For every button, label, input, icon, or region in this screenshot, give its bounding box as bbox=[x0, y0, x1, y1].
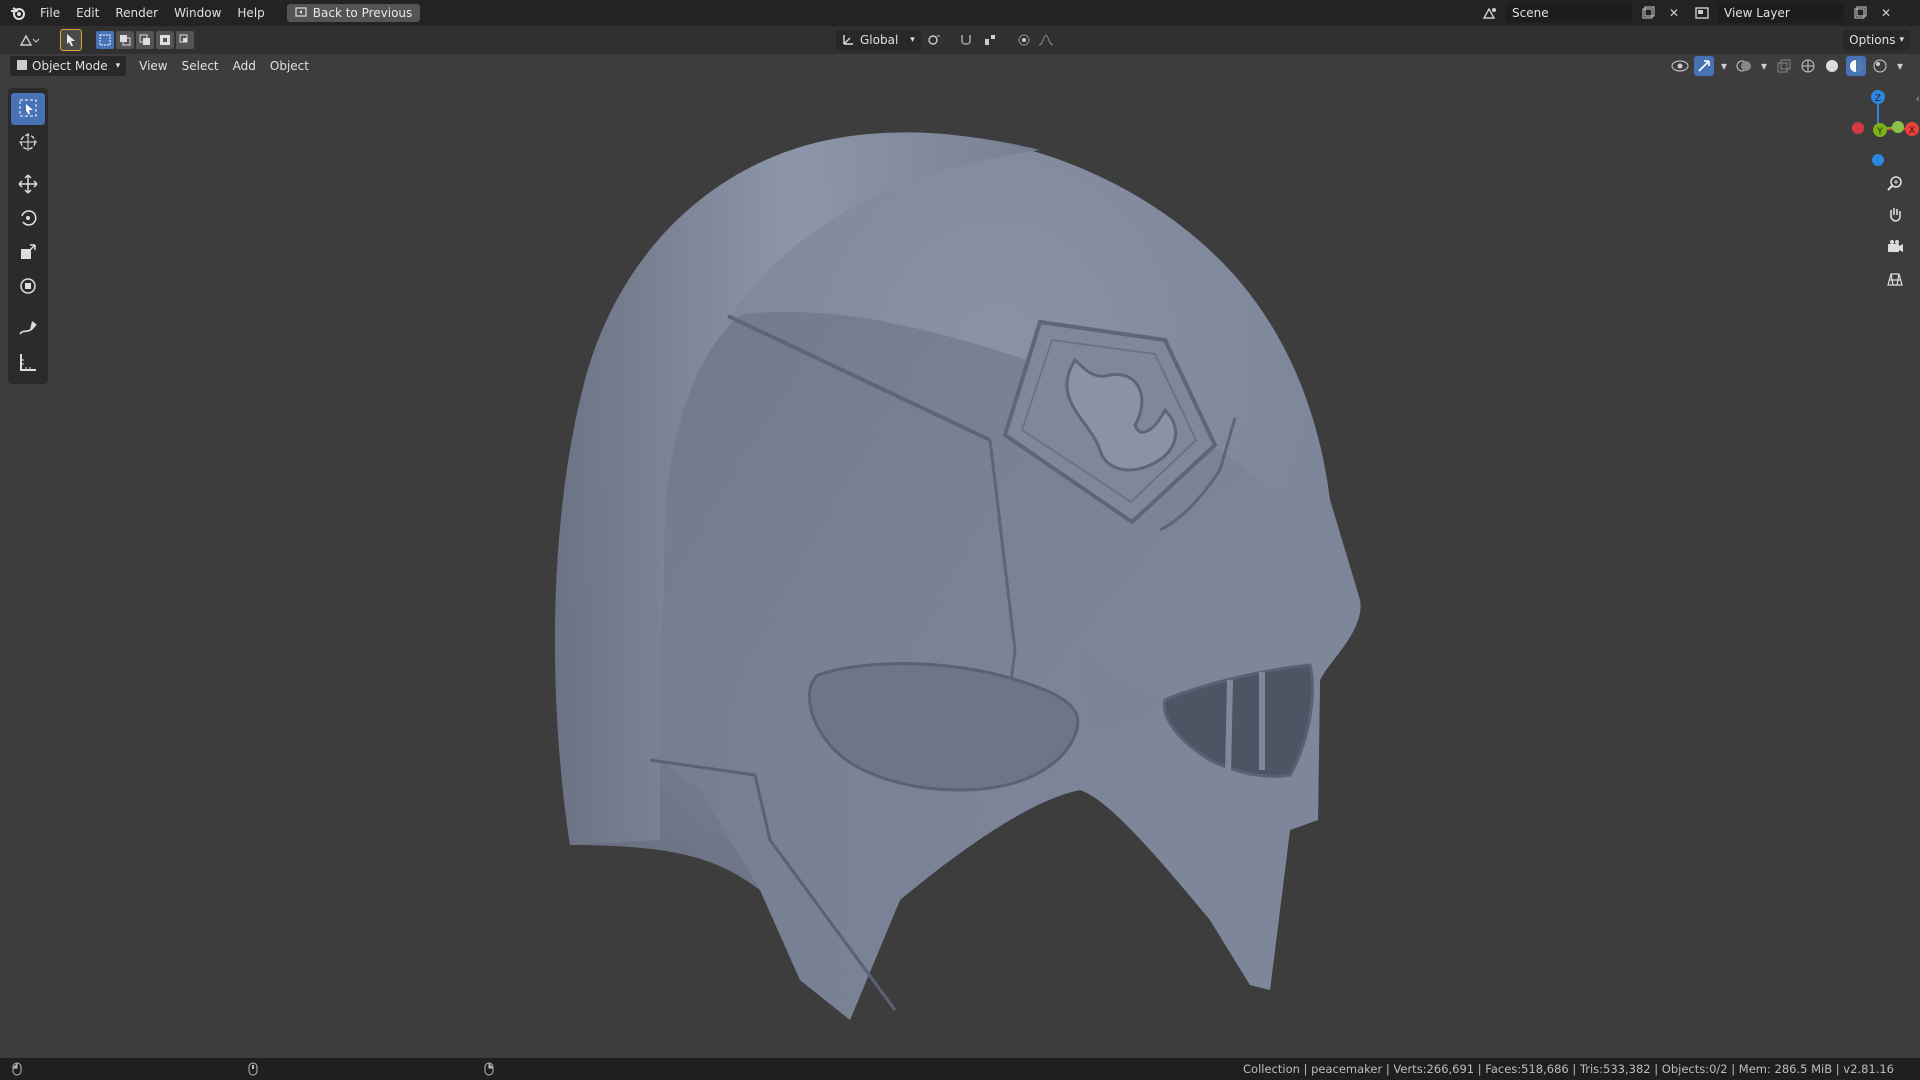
status-bar: Collection | peacemaker | Verts:266,691 … bbox=[0, 1058, 1920, 1080]
viewport-navigation-buttons bbox=[1882, 170, 1908, 292]
chevron-down-icon[interactable]: ▾ bbox=[1894, 56, 1906, 76]
toolbar-tools bbox=[8, 88, 48, 384]
snap-target-icon[interactable] bbox=[980, 30, 1000, 50]
options-dropdown[interactable]: Options ▾ bbox=[1843, 30, 1910, 50]
view-layer-icon[interactable] bbox=[1692, 3, 1712, 23]
view-layer-name: View Layer bbox=[1724, 6, 1790, 20]
camera-view-icon[interactable] bbox=[1882, 234, 1908, 260]
back-icon bbox=[295, 6, 307, 21]
chevron-down-icon: ▾ bbox=[1899, 35, 1904, 45]
transform-orientation-label: Global bbox=[860, 33, 899, 47]
chevron-down-icon: ▾ bbox=[910, 35, 915, 45]
object-mode-dropdown[interactable]: Object Mode ▾ bbox=[10, 56, 127, 76]
scene-name-field[interactable]: Scene bbox=[1506, 3, 1632, 23]
tool-measure[interactable] bbox=[11, 347, 45, 379]
gizmo-x-label: X bbox=[1909, 126, 1915, 136]
viewport-menu-view[interactable]: View bbox=[132, 59, 174, 73]
transform-icon bbox=[18, 276, 38, 299]
annotate-icon bbox=[18, 318, 38, 341]
tool-settings-bar: Global ▾ Options ▾ bbox=[0, 26, 1920, 54]
mouse-right-icon bbox=[484, 1062, 494, 1079]
rendered-shading-icon[interactable] bbox=[1870, 56, 1890, 76]
snap-icon[interactable] bbox=[956, 30, 976, 50]
wireframe-shading-icon[interactable] bbox=[1798, 56, 1818, 76]
options-label: Options bbox=[1849, 33, 1896, 47]
intersect-selection-icon[interactable] bbox=[176, 31, 194, 49]
tool-select-box[interactable] bbox=[11, 93, 45, 125]
blender-logo-icon[interactable] bbox=[10, 5, 26, 21]
gizmo-y-label: Y bbox=[1876, 127, 1883, 137]
overlays-icon[interactable] bbox=[1734, 56, 1754, 76]
new-view-layer-icon[interactable] bbox=[1850, 3, 1870, 23]
object-mode-icon bbox=[16, 59, 28, 74]
set-selection-icon[interactable] bbox=[96, 31, 114, 49]
scene-icon[interactable] bbox=[1480, 3, 1500, 23]
back-to-previous-button[interactable]: Back to Previous bbox=[286, 4, 421, 22]
object-mode-label: Object Mode bbox=[32, 59, 108, 73]
top-menu-bar: File Edit Render Window Help Back to Pre… bbox=[0, 0, 1920, 26]
pivot-point-icon[interactable] bbox=[924, 30, 944, 50]
viewport-menu-object[interactable]: Object bbox=[263, 59, 316, 73]
chevron-down-icon[interactable]: ▾ bbox=[1718, 56, 1730, 76]
sidebar-toggle-icon[interactable]: ‹ bbox=[1916, 92, 1920, 105]
rotate-icon bbox=[18, 208, 38, 231]
tool-transform[interactable] bbox=[11, 271, 45, 303]
editor-type-icon[interactable] bbox=[14, 30, 44, 50]
view-layer-field[interactable]: View Layer bbox=[1718, 3, 1844, 23]
viewport-header: Object Mode ▾ View Select Add Object ▾ ▾… bbox=[0, 54, 1920, 78]
pan-hand-icon[interactable] bbox=[1882, 202, 1908, 228]
viewport-menu-select[interactable]: Select bbox=[175, 59, 226, 73]
chevron-down-icon: ▾ bbox=[115, 61, 121, 71]
chevron-down-icon[interactable]: ▾ bbox=[1758, 56, 1770, 76]
tool-rotate[interactable] bbox=[11, 203, 45, 235]
menu-file[interactable]: File bbox=[32, 0, 68, 26]
transform-orientation-dropdown[interactable]: Global ▾ bbox=[836, 30, 921, 50]
scene-selector: Scene ✕ bbox=[1480, 3, 1684, 23]
mouse-left-icon bbox=[12, 1062, 22, 1079]
gizmo-toggle-icon[interactable] bbox=[1694, 56, 1714, 76]
navigation-gizmo[interactable]: Z X Y bbox=[1830, 84, 1920, 174]
zoom-icon[interactable] bbox=[1882, 170, 1908, 196]
visibility-eye-icon[interactable] bbox=[1670, 56, 1690, 76]
viewport-menu-add[interactable]: Add bbox=[226, 59, 263, 73]
view-layer-selector: View Layer ✕ bbox=[1692, 3, 1896, 23]
proportional-editing-icon[interactable] bbox=[1014, 30, 1034, 50]
tool-cursor[interactable] bbox=[11, 127, 45, 159]
delete-view-layer-icon[interactable]: ✕ bbox=[1876, 3, 1896, 23]
menu-render[interactable]: Render bbox=[107, 0, 166, 26]
scale-icon bbox=[18, 242, 38, 265]
mouse-middle-icon bbox=[248, 1062, 258, 1079]
gizmo-z-label: Z bbox=[1875, 94, 1881, 104]
selection-mode-group bbox=[96, 31, 194, 49]
move-icon bbox=[18, 173, 38, 197]
tool-move[interactable] bbox=[11, 169, 45, 201]
select-box-icon bbox=[18, 98, 38, 121]
invert-selection-icon[interactable] bbox=[156, 31, 174, 49]
scene-statistics: Collection | peacemaker | Verts:266,691 … bbox=[1243, 1062, 1894, 1076]
delete-scene-icon[interactable]: ✕ bbox=[1664, 3, 1684, 23]
menu-window[interactable]: Window bbox=[166, 0, 229, 26]
menu-help[interactable]: Help bbox=[229, 0, 272, 26]
cursor-icon bbox=[18, 132, 38, 155]
material-shading-icon[interactable] bbox=[1846, 56, 1866, 76]
select-tool-icon[interactable] bbox=[60, 29, 82, 51]
menu-edit[interactable]: Edit bbox=[68, 0, 107, 26]
viewport-3d[interactable] bbox=[0, 0, 1920, 1080]
xray-toggle-icon[interactable] bbox=[1774, 56, 1794, 76]
new-scene-icon[interactable] bbox=[1638, 3, 1658, 23]
back-to-previous-label: Back to Previous bbox=[312, 6, 413, 20]
scene-name: Scene bbox=[1512, 6, 1549, 20]
falloff-icon[interactable] bbox=[1036, 30, 1056, 50]
subtract-selection-icon[interactable] bbox=[136, 31, 154, 49]
tool-annotate[interactable] bbox=[11, 313, 45, 345]
tool-scale[interactable] bbox=[11, 237, 45, 269]
viewport-shading-controls: ▾ ▾ ▾ bbox=[1670, 56, 1906, 76]
perspective-toggle-icon[interactable] bbox=[1882, 266, 1908, 292]
solid-shading-icon[interactable] bbox=[1822, 56, 1842, 76]
orientation-icon bbox=[842, 32, 856, 49]
measure-icon bbox=[18, 352, 38, 375]
extend-selection-icon[interactable] bbox=[116, 31, 134, 49]
